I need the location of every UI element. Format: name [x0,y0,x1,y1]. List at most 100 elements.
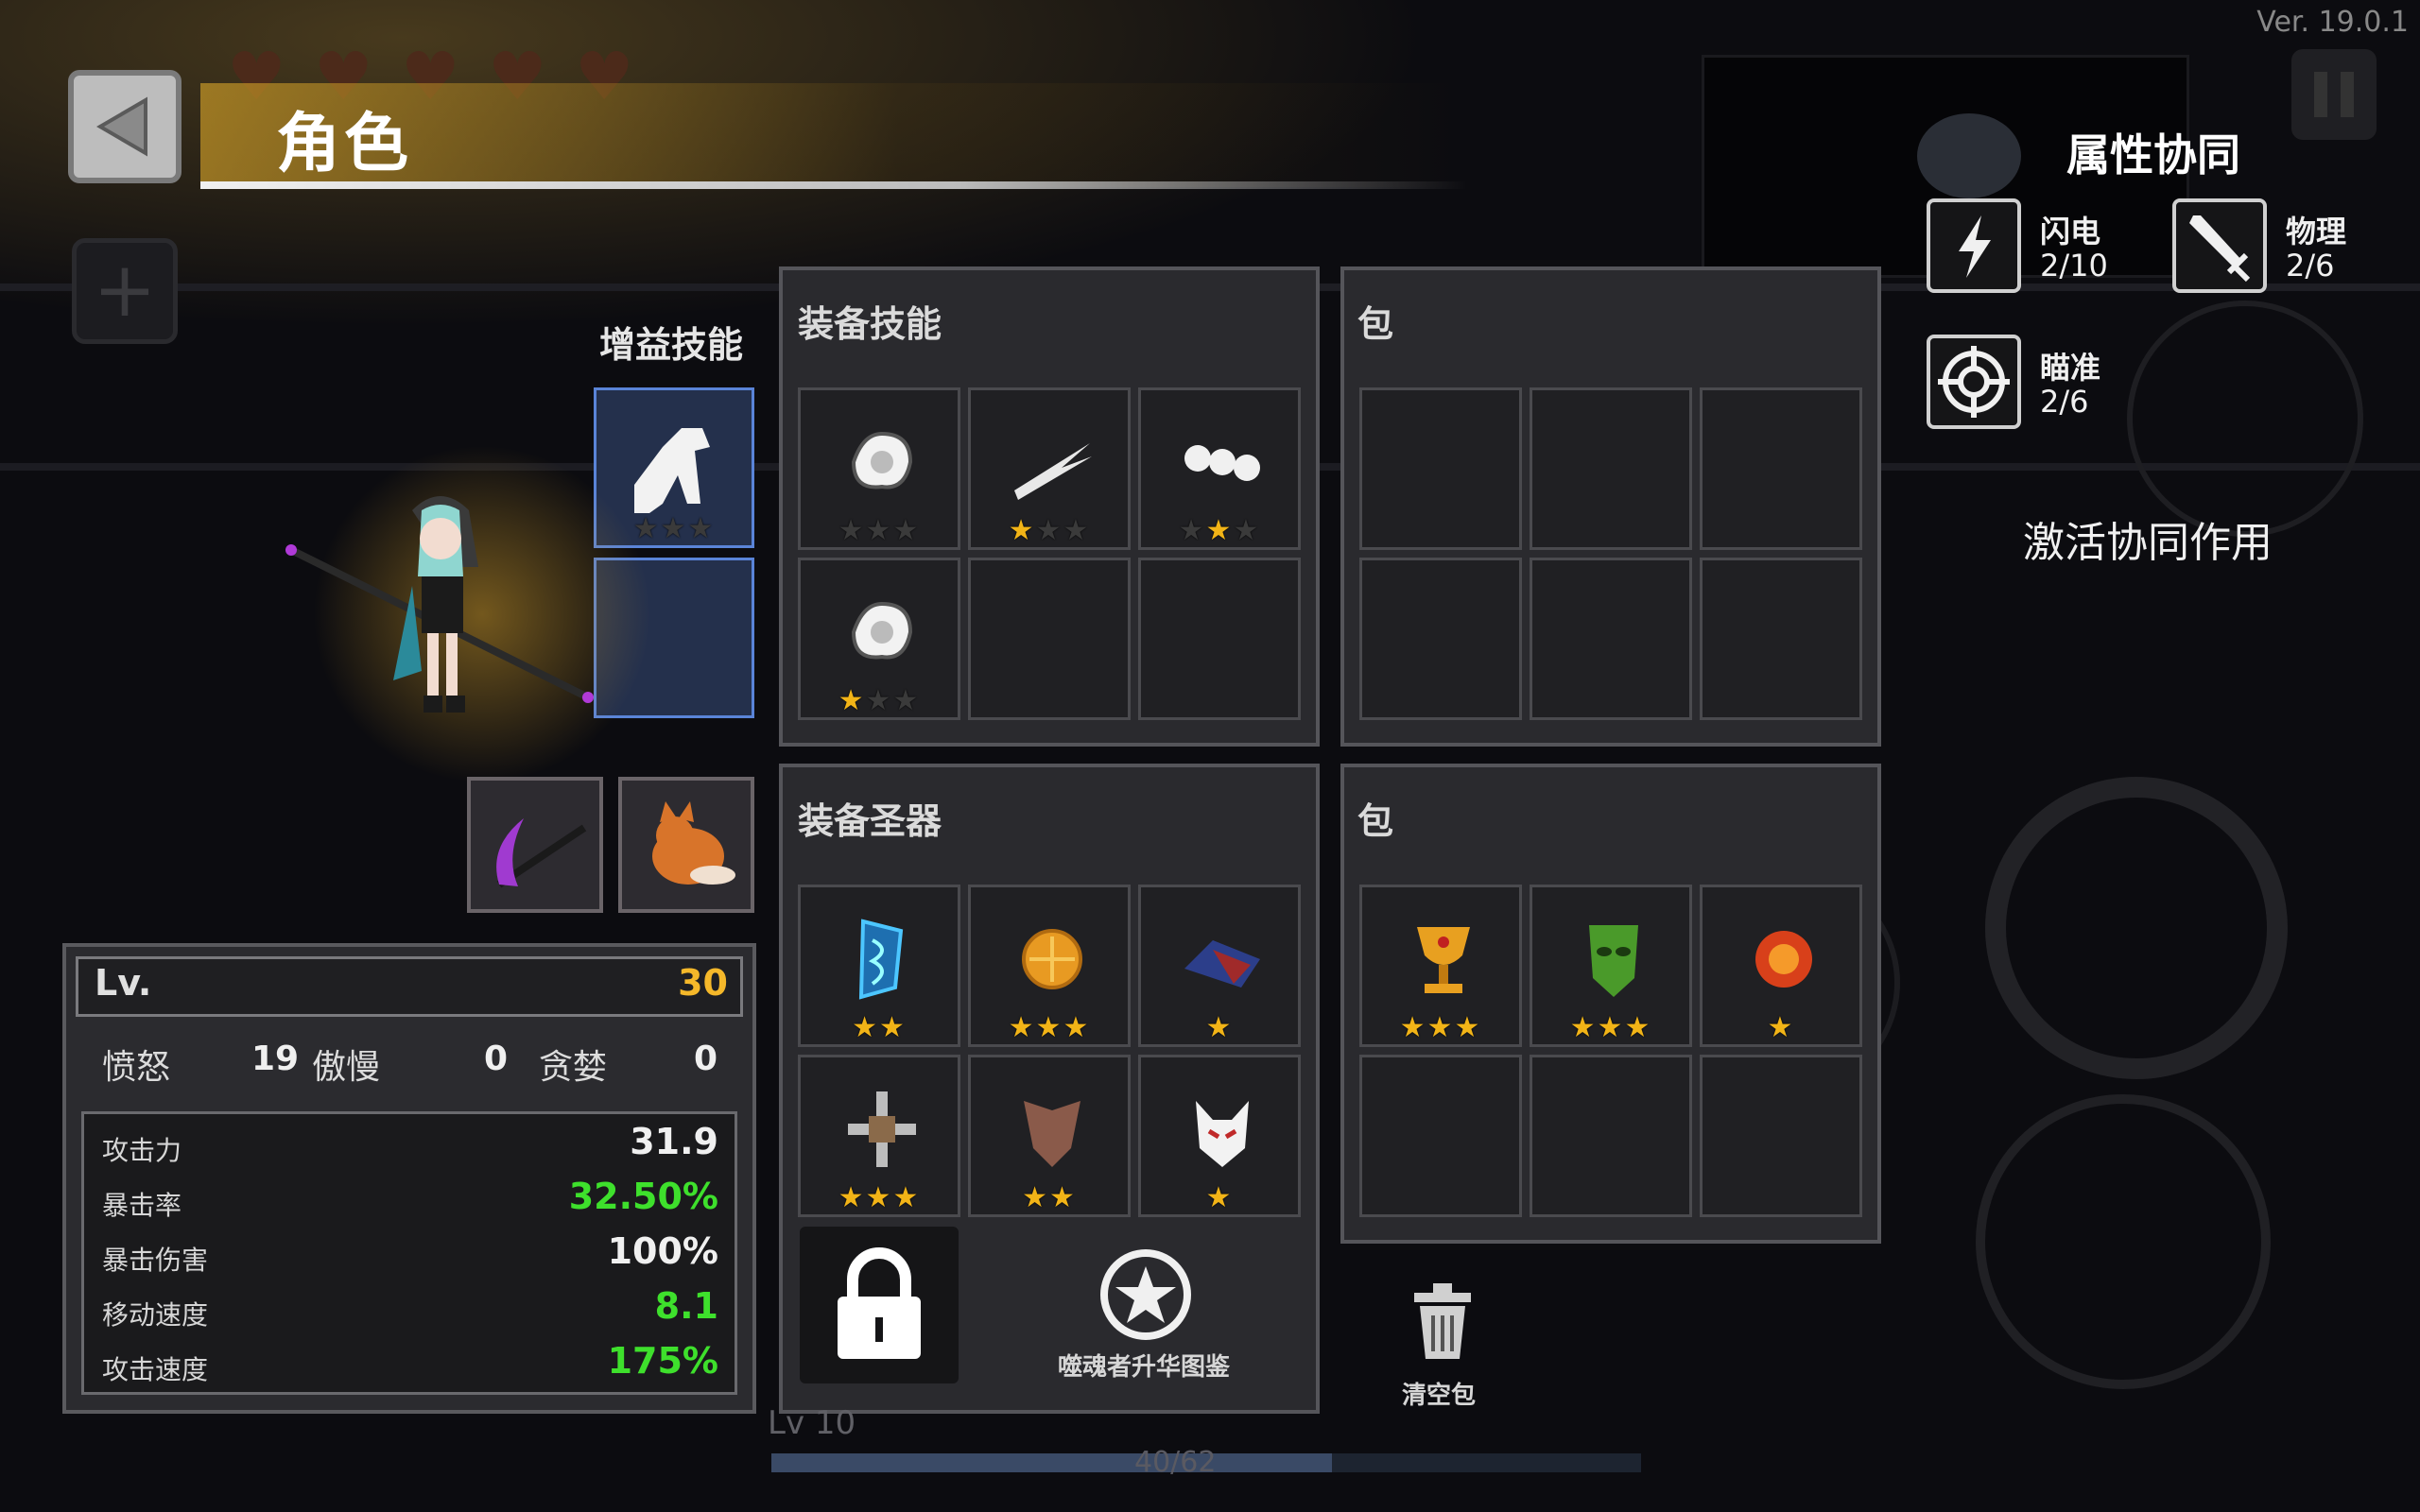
spirit-burst-icon [851,431,913,490]
synergy-name: 物理 [2286,214,2347,249]
bag-slot[interactable] [1359,558,1522,720]
stat-value: 8.1 [654,1285,718,1327]
crosshair-icon [1938,346,2010,418]
pause-button[interactable] [2291,49,2377,140]
bag-slot[interactable] [1700,387,1862,550]
relic-slot[interactable]: ★ [1138,1055,1301,1217]
back-arrow-icon [96,96,147,157]
character-sprite [285,496,594,713]
bag-slot[interactable] [1530,387,1692,550]
pause-icon [2314,72,2354,117]
bag-slot[interactable]: ★ [1700,885,1862,1047]
star-rating: ★★★ [1008,1011,1091,1044]
lock-icon [838,1247,921,1359]
back-button[interactable] [68,70,182,183]
dragon-wing-icon [1184,940,1260,988]
equip-relics-title: 装备圣器 [798,800,942,842]
relic-slot[interactable]: ★★ [798,885,960,1047]
synergy-physical-slot[interactable] [2172,198,2267,293]
sin-wrath-label: 愤怒 [102,1048,171,1087]
sin-greed-value: 0 [694,1040,718,1078]
bag-slot[interactable] [1700,1055,1862,1217]
clear-bag-label[interactable]: 清空包 [1352,1376,1526,1411]
gold-coin-icon [1022,929,1082,989]
star-badge-icon [1100,1249,1191,1340]
stat-label: 攻击力 [102,1135,182,1166]
locked-relic-slot[interactable] [800,1227,959,1383]
bag-slot[interactable] [1530,558,1692,720]
skill-slot[interactable]: ★★★ [798,387,960,550]
iron-cross-icon [848,1091,916,1167]
star-rating: ★★ [1022,1181,1077,1214]
bag-slot[interactable]: ★★★ [1530,885,1692,1047]
star-rating: ★★ [852,1011,907,1044]
fox-mask-icon [1196,1101,1249,1167]
clear-bag-button[interactable] [1397,1280,1488,1365]
buff-skill-label: 增益技能 [599,324,744,366]
version-label: Ver. 19.0.1 [2256,6,2409,39]
gold-chalice-icon [1417,927,1470,993]
skill-slot[interactable]: ★★★ [1138,387,1301,550]
stat-value: 32.50% [568,1176,718,1217]
relic-slot[interactable]: ★ [1138,885,1301,1047]
codex-label[interactable]: 噬魂者升华图鉴 [1040,1348,1248,1383]
chain-orbs-icon [1184,445,1260,481]
codex-button[interactable] [1097,1246,1195,1344]
relic-bag-title: 包 [1357,800,1394,842]
skill-slot[interactable] [1138,558,1301,720]
trash-icon [1414,1283,1471,1359]
relic-slot[interactable]: ★★ [968,1055,1131,1217]
skill-slot[interactable]: ★★★ [968,387,1131,550]
lightning-slash-icon [1014,443,1092,500]
skill-slot[interactable]: ★★★ [798,558,960,720]
equip-skills-title: 装备技能 [798,303,942,345]
star-rating: ★★★ [1569,1011,1652,1044]
synergy-title: 属性协同 [2066,129,2240,180]
xp-text: 40/62 [1134,1446,1217,1479]
bag-slot[interactable] [1700,558,1862,720]
stat-label: 移动速度 [102,1299,209,1331]
star-rating: ★ [1205,1011,1234,1044]
sin-wrath-value: 19 [251,1040,300,1078]
sin-greed-label: 贪婪 [539,1048,608,1087]
synergy-aim-slot[interactable] [1927,335,2021,429]
attack-button-ring [1976,1094,2271,1389]
sin-pride-value: 0 [484,1040,509,1078]
relic-slot[interactable]: ★★★ [968,885,1131,1047]
stat-value: 175% [607,1340,718,1382]
bag-slot[interactable] [1359,387,1522,550]
fire-orb-icon [1755,931,1812,988]
dash-button-ring [2127,301,2363,537]
stat-label: 攻击速度 [102,1354,209,1385]
activate-synergy-label: 激活协同作用 [2023,519,2273,567]
leather-armor-icon [1024,1101,1080,1167]
add-button[interactable]: + [72,238,178,344]
pet-slot[interactable] [618,777,754,913]
synergy-lightning-slot[interactable] [1927,198,2021,293]
level-value: 30 [678,962,728,1004]
player-level: Lv 10 [768,1404,856,1442]
stat-value: 31.9 [630,1121,718,1162]
bag-slot[interactable] [1530,1055,1692,1217]
stat-label: 暴击伤害 [102,1245,209,1276]
skill-bag-title: 包 [1357,303,1394,345]
star-rating: ★★★ [1178,514,1261,547]
level-label: Lv. [95,962,152,1004]
synergy-name: 闪电 [2040,214,2101,249]
star-rating: ★ [1205,1181,1234,1214]
synergy-count: 2/6 [2040,384,2089,420]
lightning-icon [1959,215,1991,278]
weapon-slot[interactable] [467,777,603,913]
synergy-name: 瞄准 [2040,350,2101,386]
spirit-burst-icon [851,601,913,660]
star-rating: ★★★ [1399,1011,1482,1044]
stat-value: 100% [607,1230,718,1272]
stat-label: 暴击率 [102,1190,182,1221]
bag-slot[interactable]: ★★★ [1359,885,1522,1047]
star-rating: ★★★ [838,514,921,547]
blue-flag-icon [858,919,904,1000]
bag-slot[interactable] [1359,1055,1522,1217]
star-rating: ★★★ [838,1181,921,1214]
skill-slot[interactable] [968,558,1131,720]
relic-slot[interactable]: ★★★ [798,1055,960,1217]
